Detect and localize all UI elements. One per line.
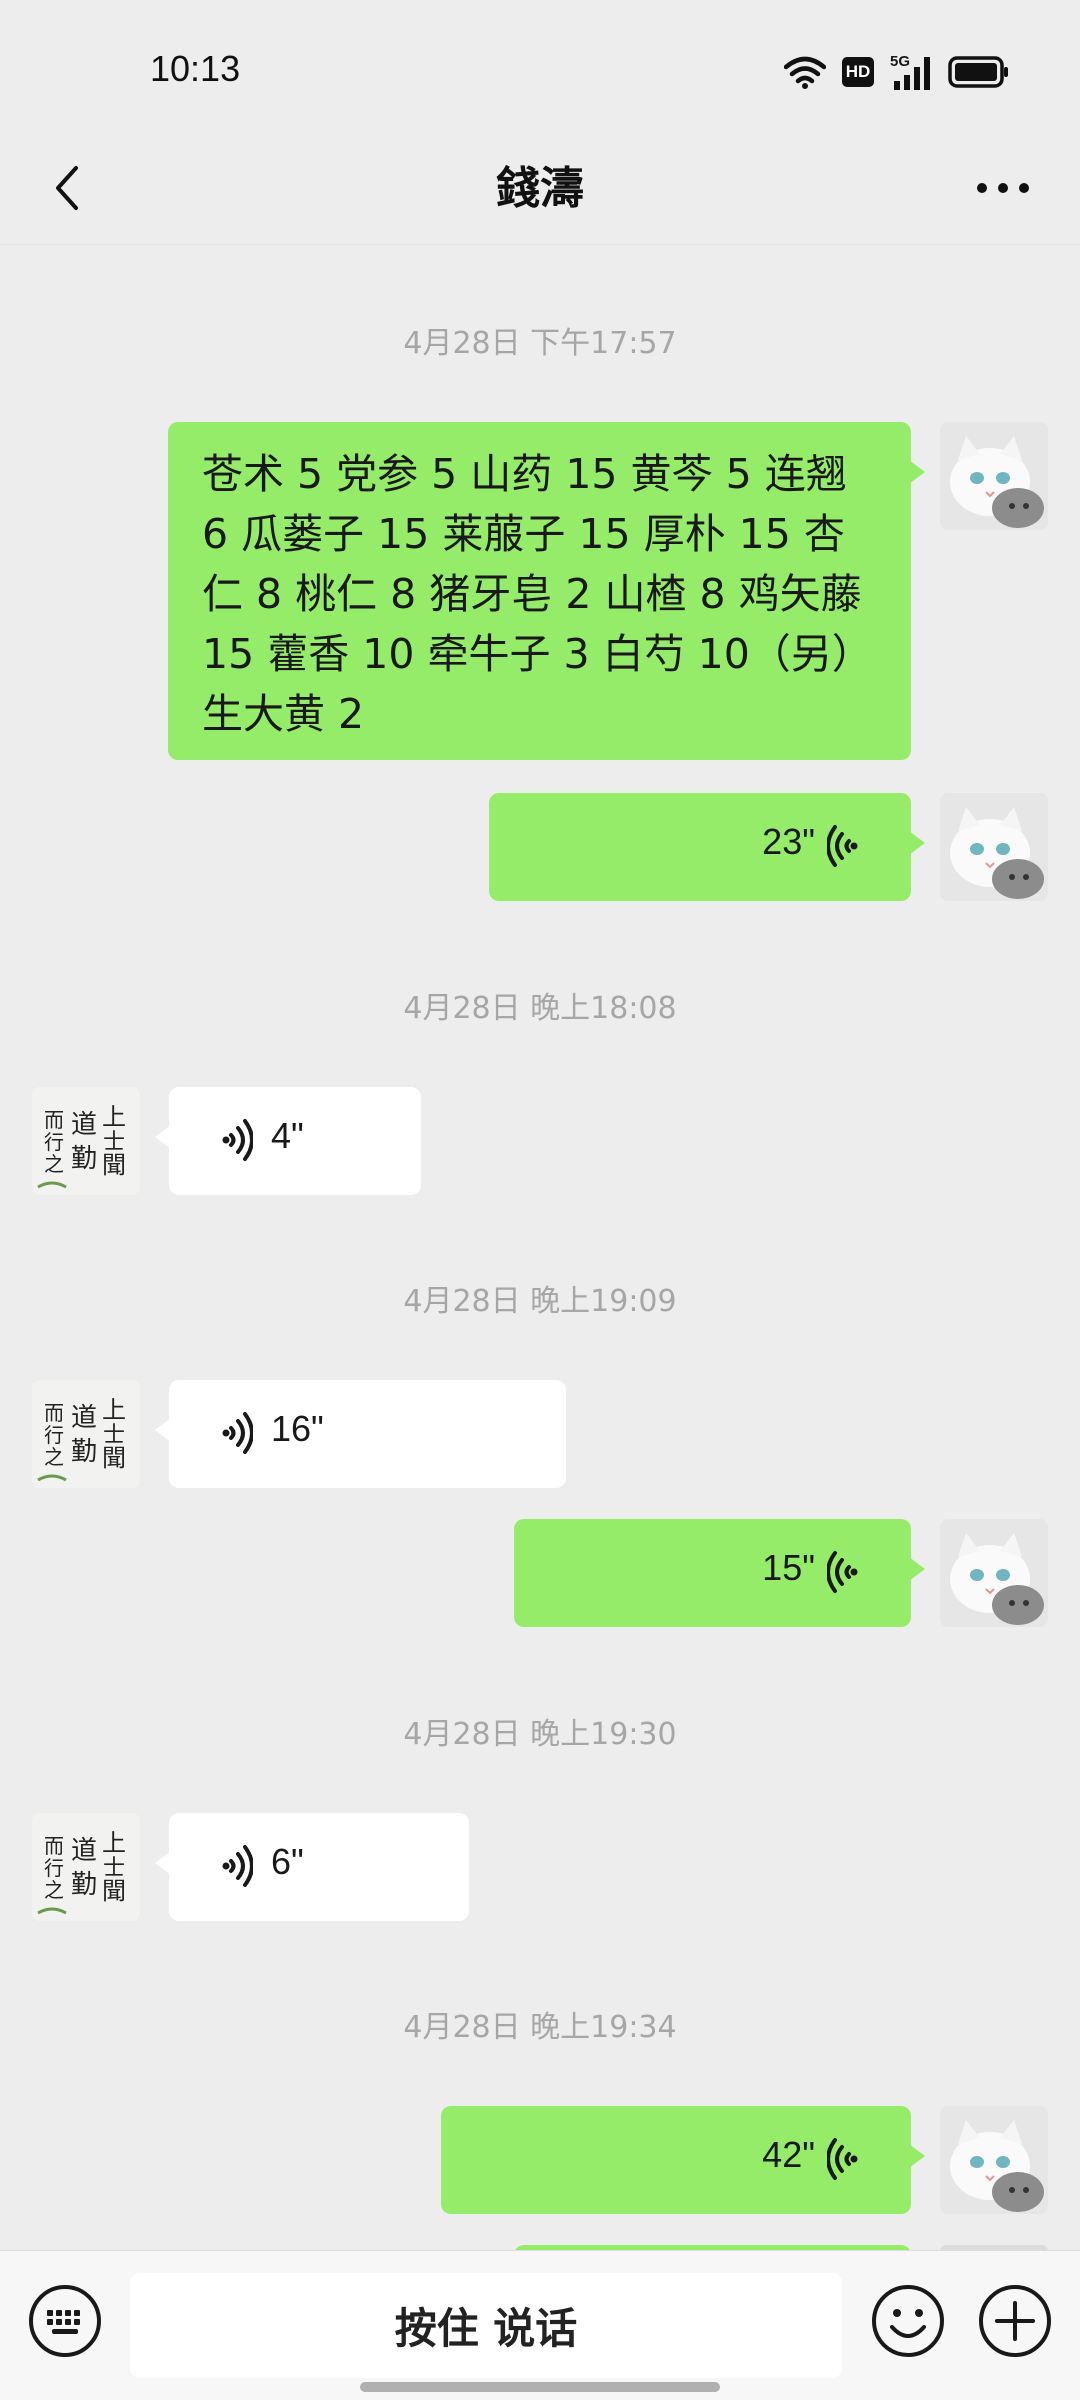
voice-duration: 23" [762, 821, 815, 862]
my-avatar[interactable] [940, 2106, 1048, 2214]
message-timestamp: 4月28日 晚上19:34 [403, 2010, 677, 2045]
svg-text:上: 上 [102, 1103, 126, 1131]
calligraphy-avatar-icon: 上 士 聞 道 勤 而 行 之 [32, 1087, 140, 1195]
incoming-voice-message[interactable]: 16" [155, 1380, 566, 1488]
emoji-icon [872, 2285, 944, 2357]
message-timestamp: 4月28日 晚上19:09 [403, 1284, 677, 1319]
cat-avatar-icon [940, 2106, 1048, 2214]
chat-title: 錢濤 [496, 163, 584, 214]
battery-icon [948, 56, 1008, 88]
contact-avatar[interactable]: 上 士 聞 道 勤 而 行 之 [32, 1087, 140, 1195]
outgoing-voice-message[interactable]: 42" [441, 2106, 925, 2214]
svg-text:之: 之 [44, 1152, 64, 1176]
status-icons: HD 5G [784, 52, 1010, 92]
voice-duration: 4" [271, 1115, 304, 1156]
keyboard-icon [29, 2285, 101, 2357]
outgoing-voice-message[interactable]: 23" [489, 793, 925, 901]
more-options-button[interactable] [965, 150, 1040, 225]
voice-wave-icon [222, 1119, 253, 1161]
voice-duration: 6" [271, 1841, 304, 1882]
calligraphy-avatar-icon: 上 士 聞 道 勤 而 行 之 [32, 1380, 140, 1488]
home-indicator[interactable] [360, 2382, 720, 2392]
message-timestamp: 4月28日 下午17:57 [403, 326, 677, 361]
svg-text:而: 而 [44, 1401, 64, 1425]
message-timestamp: 4月28日 晚上19:30 [403, 1717, 677, 1752]
svg-text:而: 而 [44, 1834, 64, 1858]
outgoing-text-message[interactable]: 苍术 5 党参 5 山药 15 黄芩 5 连翘 6 瓜蒌子 15 莱菔子 15 … [168, 422, 925, 760]
svg-text:勤: 勤 [71, 1870, 97, 1900]
emoji-button[interactable] [868, 2281, 948, 2361]
svg-text:行: 行 [44, 1856, 64, 1880]
cat-avatar-icon [940, 422, 1048, 530]
svg-text:聞: 聞 [102, 1444, 126, 1472]
more-features-button[interactable] [975, 2281, 1055, 2361]
voice-duration: 16" [271, 1408, 324, 1449]
message-timestamp: 4月28日 晚上18:08 [403, 991, 677, 1026]
svg-text:聞: 聞 [102, 1151, 126, 1179]
svg-text:聞: 聞 [102, 1877, 126, 1905]
svg-text:行: 行 [44, 1130, 64, 1154]
plus-icon [979, 2285, 1051, 2357]
input-bar: 按住 说话 [0, 2250, 1080, 2400]
status-time: 10:13 [150, 48, 241, 89]
svg-text:勤: 勤 [71, 1144, 97, 1174]
signal-icon: 5G [890, 53, 932, 91]
svg-text:道: 道 [71, 1403, 97, 1433]
voice-wave-icon [827, 1551, 858, 1593]
more-dots-icon [976, 182, 1029, 193]
voice-wave-icon [827, 2138, 858, 2180]
my-avatar[interactable] [940, 1519, 1048, 1627]
svg-text:之: 之 [44, 1878, 64, 1902]
incoming-voice-message[interactable]: 4" [155, 1087, 421, 1195]
svg-text:道: 道 [71, 1110, 97, 1140]
outgoing-voice-message[interactable]: 15" [514, 1519, 925, 1627]
voice-wave-icon [827, 825, 858, 867]
voice-duration: 42" [762, 2134, 815, 2175]
my-avatar[interactable] [940, 422, 1048, 530]
voice-duration: 15" [762, 1547, 815, 1588]
svg-text:勤: 勤 [71, 1437, 97, 1467]
hold-to-talk-button[interactable]: 按住 说话 [130, 2273, 842, 2378]
incoming-voice-message[interactable]: 6" [155, 1813, 469, 1921]
chat-header: 錢濤 [0, 130, 1080, 245]
hd-badge: HD [842, 57, 874, 87]
svg-text:上: 上 [102, 1396, 126, 1424]
calligraphy-avatar-icon: 上 士 聞 道 勤 而 行 之 [32, 1813, 140, 1921]
my-avatar[interactable] [940, 793, 1048, 901]
cat-avatar-icon [940, 1519, 1048, 1627]
svg-text:而: 而 [44, 1108, 64, 1132]
svg-text:道: 道 [71, 1836, 97, 1866]
contact-avatar[interactable]: 上 士 聞 道 勤 而 行 之 [32, 1380, 140, 1488]
wifi-icon [784, 56, 826, 89]
cat-avatar-icon [940, 793, 1048, 901]
keyboard-toggle-button[interactable] [25, 2281, 105, 2361]
svg-text:行: 行 [44, 1423, 64, 1447]
voice-wave-icon [222, 1845, 253, 1887]
status-bar: 10:13 HD 5G [0, 0, 1080, 140]
contact-avatar[interactable]: 上 士 聞 道 勤 而 行 之 [32, 1813, 140, 1921]
svg-text:之: 之 [44, 1445, 64, 1469]
message-text: 苍术 5 党参 5 山药 15 黄芩 5 连翘 6 瓜蒌子 15 莱菔子 15 … [202, 450, 873, 738]
voice-wave-icon [222, 1412, 253, 1454]
svg-text:上: 上 [102, 1829, 126, 1857]
